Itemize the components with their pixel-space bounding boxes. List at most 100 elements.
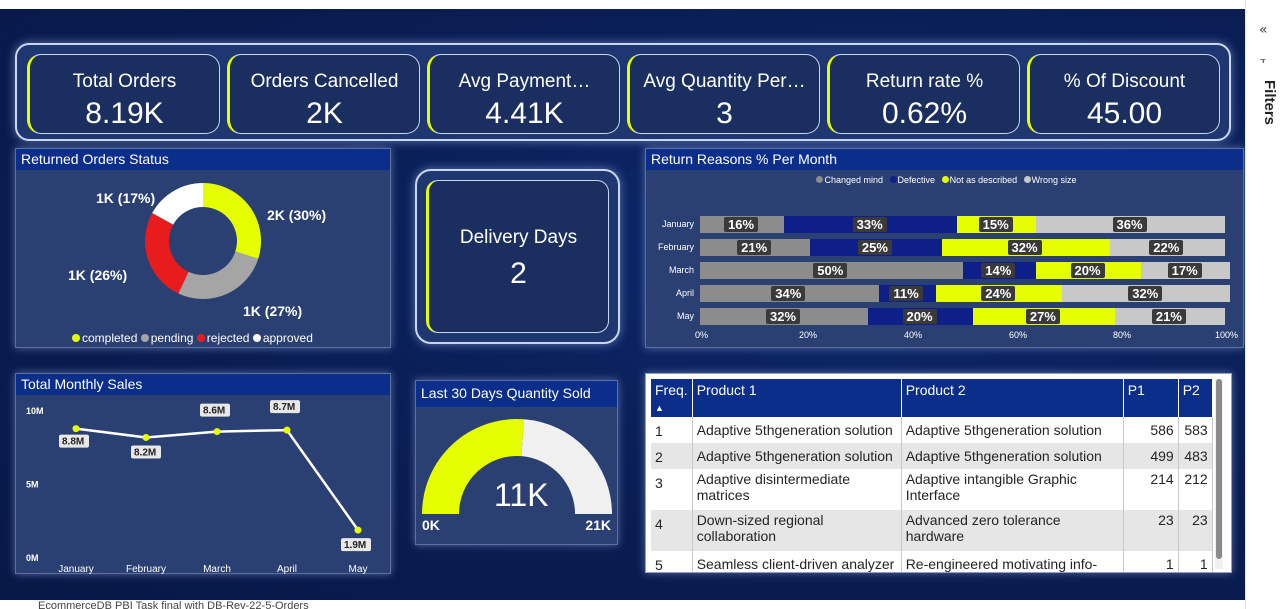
line-data-label: 8.6M (203, 406, 225, 417)
kpi-title: Orders Cancelled (250, 71, 399, 92)
table-row[interactable]: 5 Seamless client-driven analyzer Re-eng… (651, 551, 1213, 572)
donut-slice-completed[interactable] (203, 183, 261, 259)
cell-product1: Adaptive disintermediate matrices (692, 469, 902, 510)
delivery-days-card[interactable]: Delivery Days 2 (415, 169, 620, 344)
collapse-icon[interactable]: « (1259, 22, 1268, 38)
stacked-bar-january[interactable]: 16% 33% 15% 36% (700, 216, 1225, 233)
returned-orders-status-panel[interactable]: Returned Orders Status 2K (30%) 1K (27%)… (15, 148, 391, 348)
donut-slice-pending[interactable] (178, 251, 259, 299)
line-point[interactable] (213, 428, 221, 436)
x-axis-tick: March (203, 564, 231, 575)
donut-chart (145, 183, 261, 299)
kpi-card-discount[interactable]: % Of Discount 45.00 (1027, 54, 1220, 134)
kpi-title: Avg Payment… (458, 71, 591, 92)
panel-title: Return Reasons % Per Month (646, 149, 1243, 170)
bar-data-label: 15% (978, 217, 1013, 232)
cell-p1: 214 (1123, 469, 1179, 510)
kpi-title: Avg Quantity Per… (643, 71, 806, 92)
product-pairs-table: Freq. ▲ Product 1 Product 2 P1 P2 1 Adapt… (651, 379, 1213, 572)
kpi-value: 2K (306, 97, 343, 130)
return-reasons-legend: Changed mind Defective Not as described … (646, 175, 1243, 185)
stacked-bar-may[interactable]: 32% 20% 27% 21% (700, 308, 1225, 325)
legend-dot-not-as-described (941, 176, 949, 183)
bar-data-label: 20% (1070, 263, 1105, 278)
stacked-bar-april[interactable]: 34% 11% 24% 32% (700, 285, 1231, 302)
cell-product1: Seamless client-driven analyzer (692, 551, 902, 572)
gauge-min: 0K (422, 517, 440, 533)
axis-tick: 100% (1215, 330, 1239, 340)
cell-product1: Adaptive 5thgeneration solution (692, 417, 902, 443)
bar-data-label: 25% (857, 240, 892, 255)
line-point[interactable] (283, 426, 291, 434)
bar-data-label: 50% (813, 263, 848, 278)
table-row[interactable]: 4 Down-sized regional collaboration Adva… (651, 510, 1213, 551)
delivery-days-inner: Delivery Days 2 (426, 180, 609, 333)
kpi-value: 45.00 (1086, 97, 1163, 130)
y-axis-tick: 5M (26, 480, 39, 490)
cell-product1: Down-sized regional collaboration (692, 510, 902, 551)
bar-data-label: 32% (1007, 240, 1042, 255)
bar-category-label: January (661, 219, 694, 229)
total-monthly-sales-panel[interactable]: Total Monthly Sales 0M 5M 10M 8.8M January 8.… (15, 373, 391, 575)
cell-p2: 1 (1178, 551, 1213, 572)
top-strip (0, 0, 1280, 9)
kpi-card-return-rate[interactable]: Return rate % 0.62% (827, 54, 1020, 134)
bar-category-label: May (676, 311, 694, 321)
cell-p2: 212 (1178, 469, 1213, 510)
legend-changed-mind: Changed mind (824, 175, 884, 185)
col-header-p1[interactable]: P1 (1123, 379, 1179, 417)
x-axis-tick: April (277, 564, 297, 575)
table-row[interactable]: 1 Adaptive 5thgeneration solution Adapti… (651, 417, 1213, 443)
legend-not-as-described: Not as described (949, 175, 1018, 185)
bar-data-label: 34% (771, 286, 806, 301)
return-reasons-panel[interactable]: Return Reasons % Per Month Changed mind … (645, 148, 1244, 348)
bar-data-label: 20% (902, 309, 937, 324)
last-30-days-panel[interactable]: Last 30 Days Quantity Sold 11K 0K 21K (415, 380, 618, 545)
donut-slice-rejected[interactable] (145, 213, 189, 294)
y-axis-tick: 10M (26, 406, 44, 416)
kpi-card-total-orders[interactable]: Total Orders 8.19K (27, 54, 220, 134)
table-row[interactable]: 2 Adaptive 5thgeneration solution Adapti… (651, 443, 1213, 469)
line-data-label: 8.2M (134, 447, 156, 458)
bar-data-label: 33% (852, 217, 887, 232)
kpi-card-orders-cancelled[interactable]: Orders Cancelled 2K (227, 54, 420, 134)
legend-approved: approved (262, 331, 313, 345)
line-point[interactable] (354, 526, 362, 534)
donut-legend: completed pending rejected approved (72, 331, 313, 345)
table-scrollbar[interactable] (1215, 379, 1223, 569)
cell-p1: 586 (1123, 417, 1179, 443)
bar-data-label: 11% (889, 286, 923, 301)
bar-data-label: 24% (981, 286, 1016, 301)
line-point[interactable] (72, 425, 80, 433)
donut-label-pending: 1K (27%) (243, 303, 303, 319)
bar-data-label: 36% (1112, 217, 1147, 232)
col-header-freq[interactable]: Freq. ▲ (651, 379, 693, 417)
kpi-card-avg-payment[interactable]: Avg Payment… 4.41K (427, 54, 620, 134)
legend-dot-rejected (196, 334, 205, 342)
bar-data-label: 21% (1151, 309, 1186, 324)
filters-pane[interactable]: « ⫟ Filters (1245, 0, 1280, 609)
legend-dot-wrong-size (1023, 176, 1031, 183)
kpi-title: Total Orders (72, 71, 177, 92)
table-scroll-thumb[interactable] (1216, 379, 1222, 559)
col-header-product2[interactable]: Product 2 (901, 379, 1124, 417)
cell-p1: 1 (1123, 551, 1179, 572)
sales-line (75, 427, 360, 531)
col-header-p2[interactable]: P2 (1178, 379, 1213, 417)
kpi-card-avg-quantity[interactable]: Avg Quantity Per… 3 (627, 54, 820, 134)
cell-p1: 23 (1123, 510, 1179, 551)
cell-freq: 1 (651, 417, 693, 443)
col-header-product1[interactable]: Product 1 (692, 379, 902, 417)
kpi-value: 8.19K (85, 97, 164, 130)
report-footer-title: EcommerceDB PBI Task final with DB-Rev-2… (38, 600, 309, 609)
product-pairs-table-panel[interactable]: Freq. ▲ Product 1 Product 2 P1 P2 1 Adapt… (645, 373, 1232, 573)
line-chart: 0M 5M 10M 8.8M January 8.2M February 8.6M March 8… (26, 400, 371, 575)
bar-category-label: March (668, 265, 694, 275)
table-row[interactable]: 3 Adaptive disintermediate matrices Adap… (651, 469, 1213, 510)
filters-label[interactable]: Filters (1250, 80, 1278, 125)
line-data-label: 8.8M (62, 437, 84, 448)
line-point[interactable] (142, 433, 150, 441)
axis-tick: 0% (695, 330, 709, 340)
stacked-bar-february[interactable]: 21% 25% 32% 22% (700, 239, 1225, 256)
stacked-bar-march[interactable]: 50% 14% 20% 17% (700, 262, 1231, 279)
